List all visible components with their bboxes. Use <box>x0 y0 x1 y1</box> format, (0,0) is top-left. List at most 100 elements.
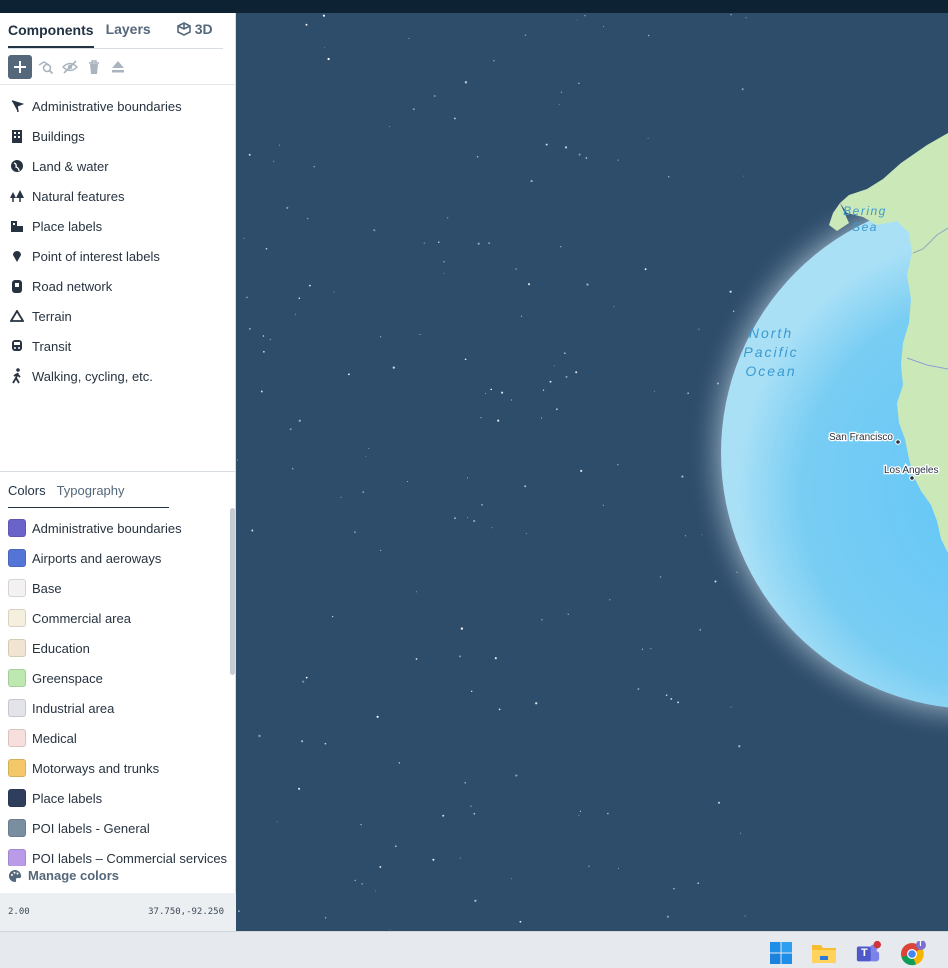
san-francisco-marker[interactable] <box>895 439 901 445</box>
color-item[interactable]: Medical <box>0 723 228 753</box>
map-canvas[interactable]: Bering Sea North Pacific Ocean San Franc… <box>237 13 948 931</box>
component-item[interactable]: Road network <box>0 271 235 301</box>
color-item[interactable]: Commercial area <box>0 603 228 633</box>
tab-3d[interactable]: 3D <box>176 19 213 43</box>
star <box>419 333 421 335</box>
color-item[interactable]: Administrative boundaries <box>0 513 228 543</box>
component-item[interactable]: Land & water <box>0 151 235 181</box>
eject-icon <box>112 60 124 72</box>
color-swatch[interactable] <box>8 849 26 866</box>
tab-layers[interactable]: Layers <box>106 19 151 43</box>
tab-components[interactable]: Components <box>8 20 94 48</box>
colors-scrollbar[interactable] <box>230 508 235 675</box>
component-item[interactable]: Buildings <box>0 121 235 151</box>
place-icon <box>9 218 25 234</box>
coordinate-readout: 37.750,-92.250 <box>148 907 224 917</box>
component-item[interactable]: Point of interest labels <box>0 241 235 271</box>
manage-colors-button[interactable]: Manage colors <box>8 868 119 883</box>
star <box>497 419 500 422</box>
star <box>602 504 604 506</box>
color-item[interactable]: POI labels - General <box>0 813 228 843</box>
color-swatch[interactable] <box>8 669 26 687</box>
star <box>454 117 456 120</box>
color-swatch[interactable] <box>8 759 26 777</box>
manage-colors-label: Manage colors <box>28 868 120 883</box>
component-label: Terrain <box>32 308 72 324</box>
hide-button[interactable] <box>60 56 80 78</box>
star <box>743 175 745 177</box>
windows-start-button[interactable] <box>768 940 794 966</box>
color-label: Industrial area <box>32 700 115 716</box>
star <box>458 655 462 658</box>
color-item[interactable]: Motorways and trunks <box>0 753 228 783</box>
star <box>558 103 560 105</box>
color-item[interactable]: Industrial area <box>0 693 228 723</box>
star <box>525 533 527 535</box>
component-item[interactable]: Transit <box>0 331 235 361</box>
star <box>493 60 495 62</box>
star <box>607 812 609 815</box>
los-angeles-marker[interactable] <box>909 475 915 481</box>
star <box>262 335 265 337</box>
component-item[interactable]: Place labels <box>0 211 235 241</box>
tab-colors[interactable]: Colors <box>8 479 46 507</box>
add-component-button[interactable] <box>8 54 32 79</box>
star <box>744 915 746 917</box>
color-item[interactable]: Greenspace <box>0 663 228 693</box>
star <box>559 245 562 248</box>
globe-map[interactable]: Bering Sea North Pacific Ocean San Franc… <box>237 13 948 931</box>
component-item[interactable]: Administrative boundaries <box>0 91 235 121</box>
file-explorer-button[interactable] <box>811 940 837 966</box>
bering-sea-label-1: Bering <box>843 204 887 218</box>
component-item[interactable]: Walking, cycling, etc. <box>0 361 235 391</box>
star <box>464 81 468 84</box>
san-francisco-label[interactable]: San Francisco <box>828 431 895 445</box>
colors-list: Administrative boundaries Airports and a… <box>0 513 228 866</box>
star <box>380 549 382 551</box>
component-item[interactable]: Terrain <box>0 301 235 331</box>
teams-icon <box>856 940 881 962</box>
star <box>602 25 604 27</box>
component-label: Administrative boundaries <box>32 98 182 114</box>
star <box>464 358 467 361</box>
color-swatch[interactable] <box>8 639 26 657</box>
los-angeles-label[interactable]: Los Angeles <box>883 464 940 478</box>
color-swatch[interactable] <box>8 609 26 627</box>
tab-typography[interactable]: Typography <box>57 479 125 507</box>
star <box>286 206 289 209</box>
chrome-button[interactable]: T <box>900 939 926 966</box>
star <box>617 464 619 466</box>
star <box>443 260 445 263</box>
color-swatch[interactable] <box>8 699 26 717</box>
teams-button[interactable]: T <box>855 940 881 966</box>
road-icon <box>9 278 25 294</box>
color-swatch[interactable] <box>8 519 26 537</box>
star <box>665 694 668 697</box>
color-item[interactable]: Education <box>0 633 228 663</box>
color-swatch[interactable] <box>8 729 26 747</box>
star <box>576 19 578 21</box>
star <box>494 657 497 660</box>
eject-button[interactable] <box>108 56 128 78</box>
hide-icon <box>62 59 78 74</box>
color-swatch[interactable] <box>8 579 26 597</box>
star <box>412 108 415 111</box>
color-item[interactable]: POI labels – Commercial services <box>0 843 228 866</box>
color-item[interactable]: Place labels <box>0 783 228 813</box>
color-item[interactable]: Base <box>0 573 228 603</box>
star <box>490 388 492 391</box>
color-swatch[interactable] <box>8 789 26 807</box>
star <box>466 516 468 518</box>
color-swatch[interactable] <box>8 819 26 837</box>
component-item[interactable]: Natural features <box>0 181 235 211</box>
star <box>617 159 619 161</box>
star <box>488 242 490 244</box>
color-swatch[interactable] <box>8 549 26 567</box>
delete-button[interactable] <box>84 56 104 78</box>
pin-icon <box>9 248 25 264</box>
star <box>578 153 581 156</box>
star <box>360 823 362 826</box>
isolate-button[interactable] <box>36 56 56 78</box>
color-item[interactable]: Airports and aeroways <box>0 543 228 573</box>
star <box>535 702 538 705</box>
